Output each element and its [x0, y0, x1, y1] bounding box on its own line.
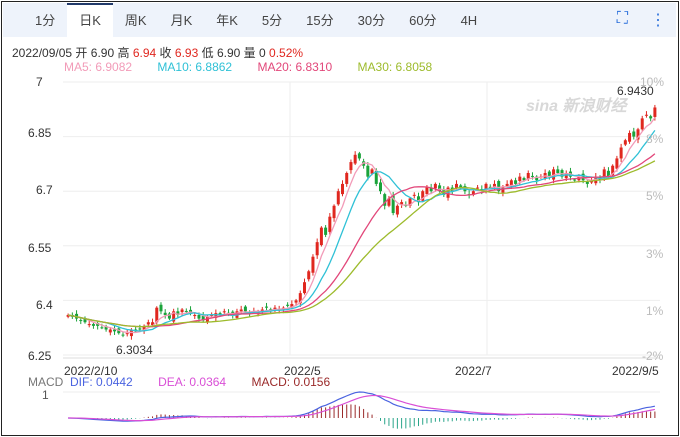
candle-body [341, 183, 345, 195]
candle-body [336, 191, 340, 205]
candle-body [378, 182, 382, 192]
candle-body [307, 271, 311, 280]
candle-body [628, 132, 632, 142]
candle-body [640, 118, 644, 130]
candle-body [319, 227, 323, 246]
candle-body [163, 312, 167, 315]
dif-value: DIF: 0.0442 [70, 375, 133, 389]
candle-body [138, 328, 142, 330]
pct-label: 3% [646, 247, 664, 261]
candle-body [530, 175, 534, 177]
candle-body [556, 169, 560, 173]
candle-body [585, 181, 589, 184]
candle-body [619, 147, 623, 159]
ma30-line [67, 160, 656, 328]
y-label: 6.55 [28, 241, 52, 255]
candle-body [239, 309, 243, 312]
candle-body [632, 131, 636, 137]
candle-body [526, 173, 530, 179]
min-price-label: 6.3034 [116, 343, 153, 357]
pct-label: 5% [646, 189, 664, 203]
candle-body [615, 158, 619, 169]
candle-body [349, 162, 353, 171]
macd-legend: MACD DIF: 0.0442 DEA: 0.0364 MACD: 0.015… [28, 375, 330, 389]
candle-body [87, 324, 91, 326]
pct-label: -2% [642, 349, 664, 363]
candle-body [514, 180, 518, 184]
candle-body [623, 140, 627, 145]
candle-body [159, 304, 163, 312]
dea-value: DEA: 0.0364 [158, 375, 227, 389]
dea-line [68, 394, 656, 422]
candle-body [518, 176, 522, 182]
y-label: 6.4 [36, 298, 53, 312]
candle-body [332, 205, 336, 219]
candle-body [644, 114, 648, 116]
candle-body [315, 242, 319, 256]
candle-body [353, 154, 357, 164]
candle-body [79, 320, 83, 322]
candle-body [653, 107, 657, 117]
candle-body [311, 256, 315, 273]
y-label: 6.85 [28, 126, 52, 140]
pct-label: 1% [646, 304, 664, 318]
candle-body [412, 194, 416, 196]
candle-body [324, 227, 328, 235]
candle-body [286, 304, 290, 306]
candle-body [357, 153, 361, 159]
candle-body [366, 165, 370, 177]
candle-body [573, 179, 577, 181]
candle-body [146, 322, 150, 325]
candle-body [395, 205, 399, 215]
candle-body [197, 314, 201, 319]
candle-body [243, 306, 247, 312]
candle-body [425, 187, 429, 195]
candle-body [294, 300, 298, 303]
pct-label: 8% [646, 132, 664, 146]
candle-body [121, 334, 125, 336]
max-price-label: 6.9430 [617, 84, 654, 98]
candle-body [108, 329, 112, 333]
candle-body [180, 309, 184, 313]
candle-body [345, 173, 349, 184]
candle-body [265, 306, 269, 308]
x-label: 2022/9/5 [612, 364, 659, 378]
dif-line [68, 391, 656, 422]
candle-body [100, 327, 104, 329]
candle-body [91, 324, 95, 326]
candle-body [476, 187, 480, 189]
y-label: 6.25 [28, 349, 52, 363]
macd-title: MACD [28, 375, 64, 389]
macd-axis-label: 1 [42, 388, 49, 402]
candle-body [328, 216, 332, 232]
candle-body [649, 116, 653, 119]
candle-body [505, 183, 509, 187]
candle-body [125, 333, 129, 335]
x-label: 2022/7 [455, 364, 492, 378]
macd-value: MACD: 0.0156 [251, 375, 331, 389]
candle-body [184, 310, 188, 312]
y-label: 7 [36, 75, 43, 89]
candle-body [222, 311, 226, 313]
y-label: 6.7 [36, 183, 53, 197]
candle-body [303, 282, 307, 294]
candle-body [433, 183, 437, 189]
candle-body [193, 314, 197, 317]
